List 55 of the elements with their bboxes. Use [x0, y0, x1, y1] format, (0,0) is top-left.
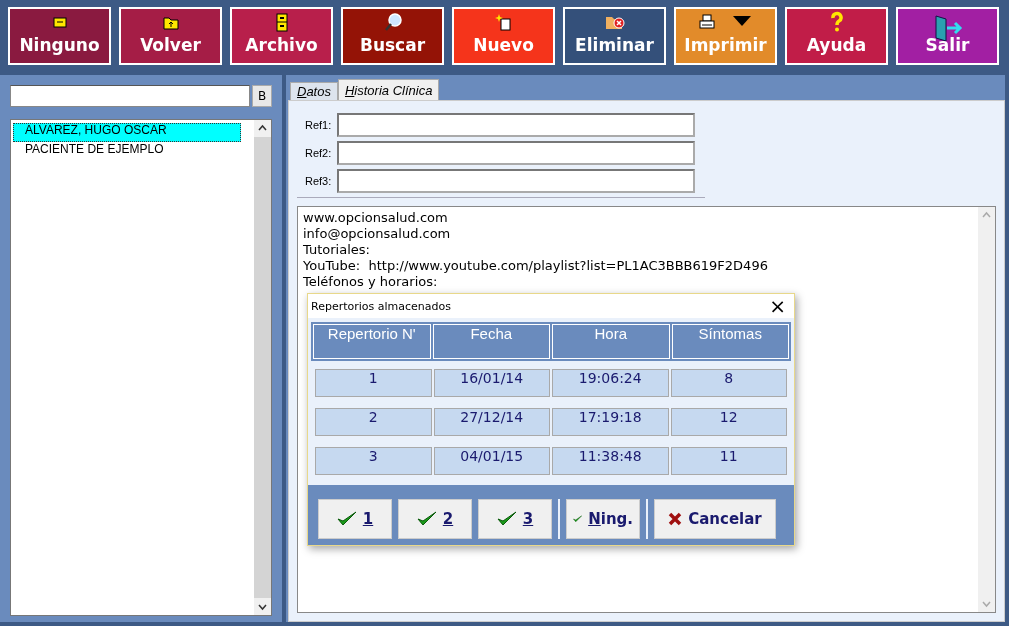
table-cell: 2: [315, 408, 432, 436]
toolbar-button[interactable]: Salir: [896, 7, 999, 65]
text-line: Tutoriales:: [303, 242, 370, 257]
dialog-button[interactable]: 1: [318, 499, 392, 539]
patient-item[interactable]: ALVAREZ, HUGO OSCAR: [13, 123, 241, 142]
table-cell: 1: [315, 369, 432, 397]
toolbar-button[interactable]: Eliminar: [563, 7, 666, 65]
table-cell: 3: [315, 447, 432, 475]
scroll-down-icon[interactable]: [254, 598, 271, 615]
dialog-title: Repertorios almacenados: [311, 299, 451, 313]
field-label: Ref1:: [305, 119, 331, 131]
dialog-button[interactable]: Ning.: [566, 499, 640, 539]
text-line: www.opcionsalud.com: [303, 210, 448, 225]
column-header: Repertorio N': [313, 324, 431, 359]
scroll-up-icon[interactable]: [254, 120, 271, 137]
table-cell: 11:38:48: [552, 447, 669, 475]
search-button[interactable]: B: [252, 85, 272, 107]
input-field[interactable]: [337, 141, 695, 165]
table-cell: 19:06:24: [552, 369, 669, 397]
cross-icon: [668, 512, 683, 526]
check-icon: [416, 511, 437, 527]
text-line: Teléfonos y horarios:: [303, 274, 438, 289]
table-cell: 27/12/14: [433, 408, 550, 436]
column-header: Síntomas: [671, 324, 789, 359]
table-cell: 16/01/14: [433, 369, 550, 397]
table-cell: 12: [670, 408, 787, 436]
input-field[interactable]: [337, 113, 695, 137]
dialog-button[interactable]: 3: [478, 499, 552, 539]
dialog-button[interactable]: Cancelar: [654, 499, 776, 539]
column-header: Hora: [552, 324, 670, 359]
toolbar-button[interactable]: Volver: [119, 7, 222, 65]
check-icon: [496, 511, 517, 527]
toolbar-button[interactable]: Archivo: [230, 7, 333, 65]
close-button[interactable]: ×: [769, 296, 786, 316]
input-field[interactable]: [337, 169, 695, 193]
toolbar-button[interactable]: Ninguno: [8, 7, 111, 65]
search-field[interactable]: [10, 85, 250, 107]
toolbar-button[interactable]: Nuevo: [452, 7, 555, 65]
text-line: YouTube: http://www.youtube.com/playlist?list=PL1AC3BBB619F2D496: [303, 258, 768, 273]
table-cell: 11: [670, 447, 787, 475]
table-cell: 17:19:18: [552, 408, 669, 436]
field-label: Ref3:: [305, 175, 331, 187]
field-label: Ref2:: [305, 147, 331, 159]
text-line: info@opcionsalud.com: [303, 226, 451, 241]
table-cell: 8: [670, 369, 787, 397]
dialog-button[interactable]: 2: [398, 499, 472, 539]
scrollbar[interactable]: [254, 120, 271, 615]
tab[interactable]: Historia Clínica: [337, 79, 440, 100]
check-icon: [336, 511, 357, 527]
toolbar-button[interactable]: Buscar: [341, 7, 444, 65]
table-cell: 04/01/15: [433, 447, 550, 475]
tab[interactable]: Datos: [290, 82, 338, 100]
column-header: Fecha: [432, 324, 550, 359]
toolbar-button[interactable]: Ayuda: [785, 7, 888, 65]
patient-item[interactable]: PACIENTE DE EJEMPLO: [13, 142, 241, 161]
